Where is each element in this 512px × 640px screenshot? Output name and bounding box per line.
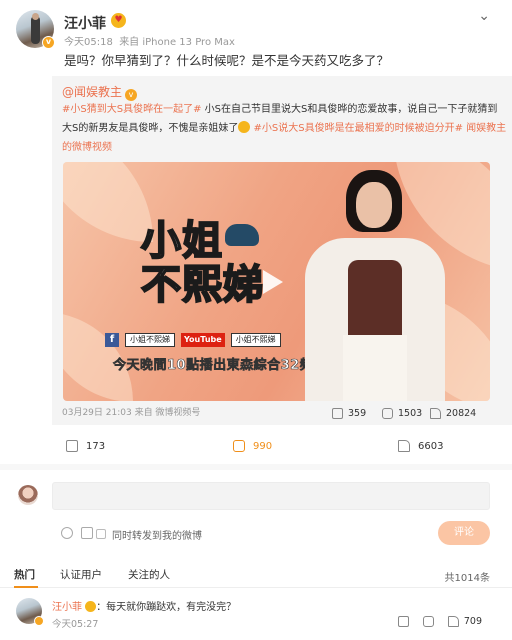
post-source: 来自 iPhone 13 Pro Max — [119, 37, 235, 48]
repost-comment-count[interactable]: 1503 — [382, 408, 422, 419]
comment-text: 汪小菲 ：每天就你蹦跶欢，有完没完？ — [52, 598, 236, 613]
facebook-icon: f — [105, 333, 119, 347]
like-count-text: 20824 — [446, 408, 477, 419]
post-text: 是吗？你早猜到了？什么时候呢？是不是今天药又吃多了？ — [64, 53, 390, 68]
repost-icon[interactable] — [397, 616, 409, 627]
repost-count-text: 359 — [348, 408, 367, 419]
tab-verified[interactable]: 认证用户 — [60, 567, 102, 582]
tab-following[interactable]: 关注的人 — [128, 567, 170, 582]
composer-tools — [61, 527, 93, 539]
avatar-figure — [31, 16, 40, 44]
post-header: v 汪小菲 ♥ 今天05:18 来自 iPhone 13 Pro Max ⌄ — [0, 0, 512, 50]
comment-icon — [382, 408, 393, 419]
hashtag-link[interactable]: #小S说大S具俊晔是在最相爱的时候被迫分开# — [250, 123, 463, 134]
repost-body: #小S猜到大S具俊晔在一起了# 小S在自己节目里说大S和具俊晔的恋爱故事，说自己… — [62, 100, 507, 157]
facebook-page-name: 小姐不熙娣 — [125, 333, 175, 347]
play-icon[interactable] — [263, 270, 283, 294]
comment-icon[interactable] — [422, 616, 434, 627]
chevron-down-icon[interactable]: ⌄ — [478, 8, 490, 24]
youtube-channel-name: 小姐不熙娣 — [230, 333, 281, 347]
heart-emoji-icon — [85, 601, 97, 612]
comment-actions: 709 — [397, 616, 482, 627]
submit-comment-button[interactable]: 评论 — [438, 521, 490, 545]
repost-checkbox-label[interactable]: 同时转发到我的微博 — [112, 527, 202, 542]
avatar-head — [32, 13, 39, 20]
youtube-icon: YouTube — [181, 333, 225, 347]
like-icon — [447, 616, 459, 627]
comment-author-name[interactable]: 汪小菲 — [52, 602, 82, 613]
comment-like-count: 709 — [463, 616, 482, 627]
social-bar: f 小姐不熙娣 YouTube 小姐不熙娣 — [105, 333, 281, 347]
hashtag-link[interactable]: #小S猜到大S具俊晔在一起了# — [62, 104, 201, 115]
comment-count-text: 1503 — [398, 408, 423, 419]
repost-checkbox[interactable] — [96, 529, 106, 539]
comment-body: ：每天就你蹦跶欢，有完没完？ — [96, 602, 237, 613]
active-tab-indicator — [14, 586, 38, 588]
verified-badge-icon: v — [42, 36, 55, 49]
host-face — [356, 182, 392, 228]
repost-icon — [66, 440, 78, 452]
post-author-name[interactable]: 汪小菲 — [64, 13, 106, 33]
repost-repost-count[interactable]: 359 — [332, 408, 366, 419]
post-meta: 今天05:18 来自 iPhone 13 Pro Max — [64, 33, 235, 48]
image-icon[interactable] — [81, 527, 93, 539]
comment-tabs: 热门 认证用户 关注的人 共1014条 — [0, 562, 512, 588]
comment-total: 共1014条 — [444, 573, 490, 584]
tab-hot[interactable]: 热门 — [14, 567, 35, 582]
repost-button[interactable]: 173 — [66, 440, 105, 452]
comment-like-button[interactable]: 709 — [447, 616, 482, 627]
comment-count: 990 — [253, 440, 273, 452]
like-icon — [430, 408, 441, 419]
like-button[interactable]: 6603 — [398, 440, 443, 452]
comment-time: 今天05:27 — [52, 619, 99, 630]
heart-emoji-icon: ♥ — [111, 13, 126, 28]
host-skirt — [343, 335, 407, 401]
section-divider — [0, 464, 512, 470]
repost-icon — [332, 408, 343, 419]
comment-icon — [233, 440, 245, 452]
broadcast-highlight: 播出 — [199, 358, 227, 374]
like-count: 6603 — [418, 440, 444, 452]
video-thumbnail[interactable]: 小姐 不熙娣 f 小姐不熙娣 YouTube 小姐不熙娣 今天晚間10點播出東森… — [63, 162, 490, 401]
repost-card: @闻娱教主 v #小S猜到大S具俊晔在一起了# 小S在自己节目里说大S和具俊晔的恋… — [52, 76, 512, 425]
repost-like-count[interactable]: 20824 — [430, 408, 476, 419]
host-photo — [293, 170, 453, 401]
elephant-icon — [225, 224, 259, 246]
repost-count: 173 — [86, 440, 106, 452]
current-user-avatar — [18, 485, 38, 505]
verified-badge-icon — [34, 616, 44, 626]
host-top — [348, 260, 402, 340]
laugh-emoji-icon — [238, 121, 251, 133]
broadcast-time: 今天晚間10點 — [113, 358, 200, 374]
post-time: 今天05:18 — [64, 37, 113, 48]
action-bar: 173 990 6603 — [0, 434, 512, 462]
decor-leaf — [63, 162, 153, 242]
comment-input[interactable] — [52, 482, 490, 510]
show-title-line2: 不熙娣 — [140, 261, 264, 308]
repost-author[interactable]: @闻娱教主 v — [62, 83, 138, 101]
emoji-icon[interactable] — [61, 527, 73, 539]
comment-button[interactable]: 990 — [233, 440, 272, 452]
like-icon — [398, 440, 410, 452]
repost-author-name[interactable]: @闻娱教主 — [62, 85, 122, 99]
repost-meta: 03月29日 21:03 来自 微博视频号 — [62, 408, 201, 418]
